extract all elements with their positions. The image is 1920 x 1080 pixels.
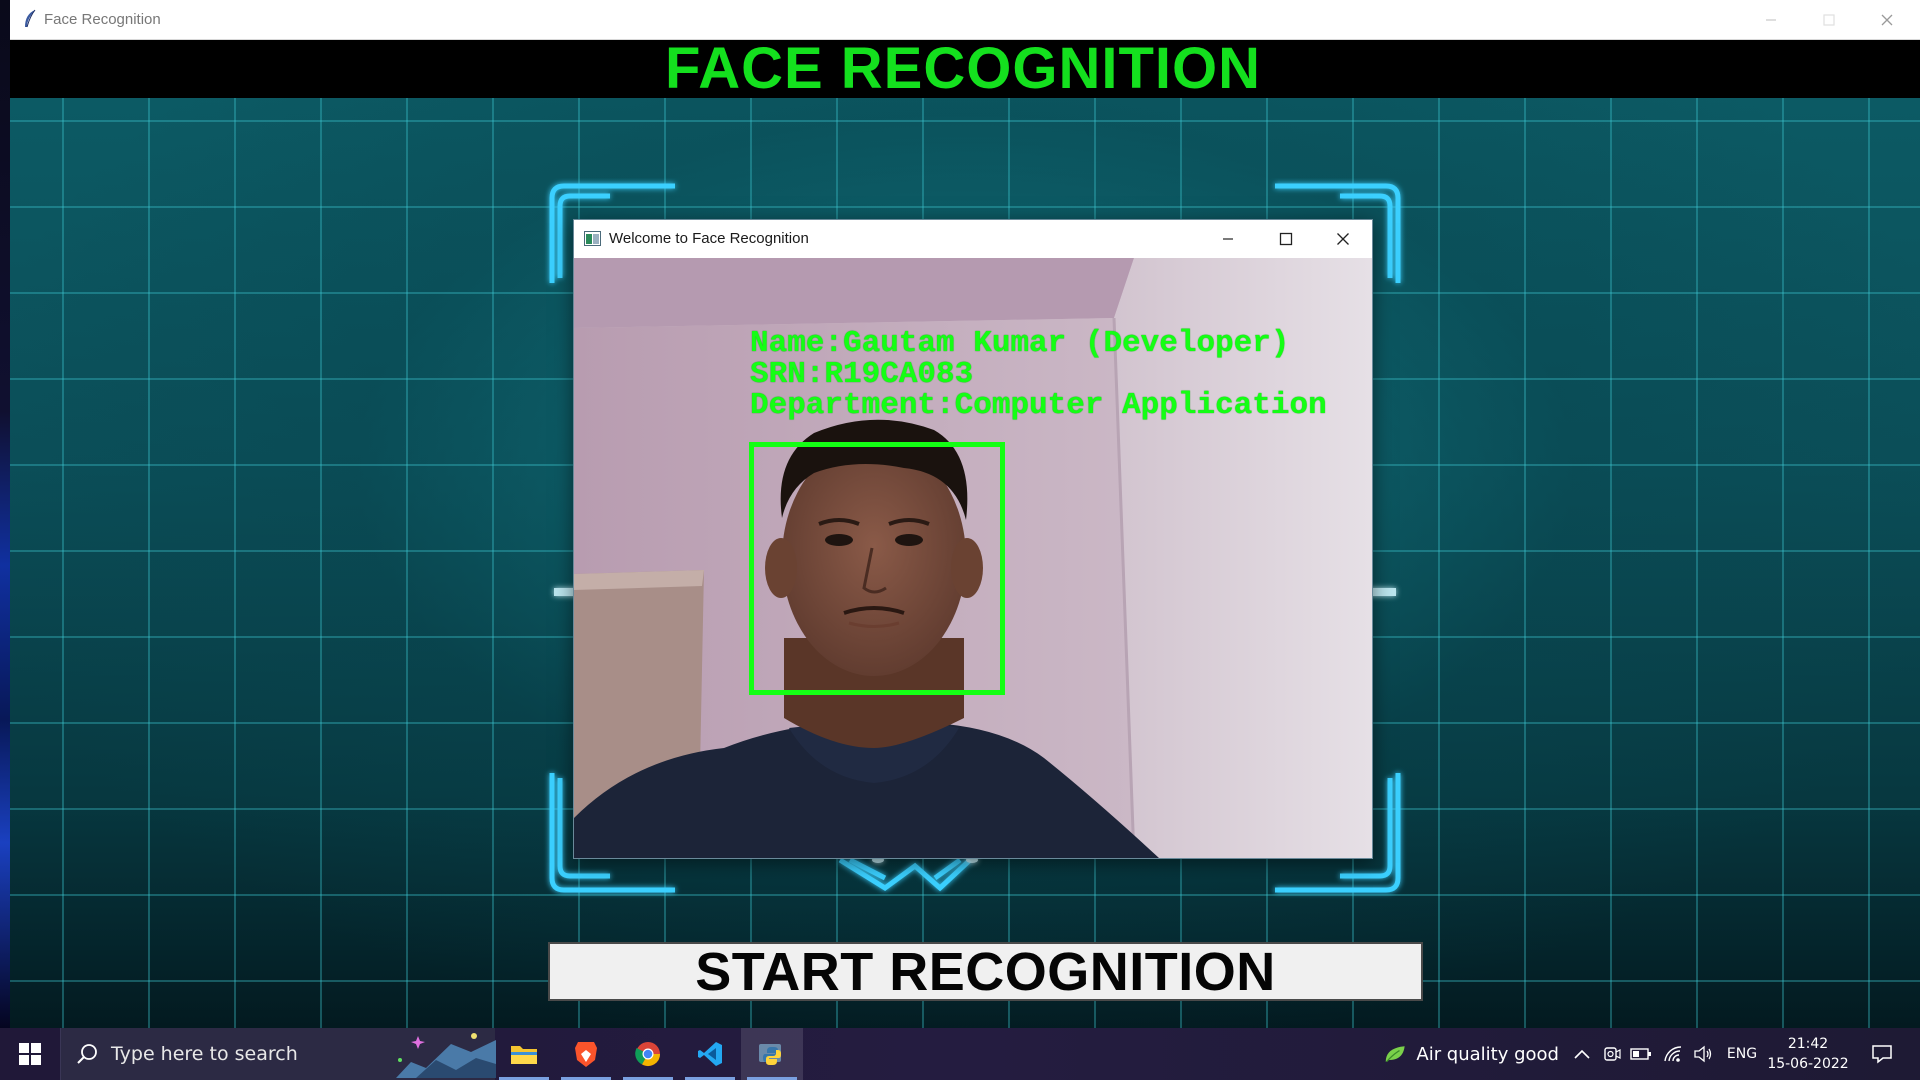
air-quality-widget[interactable]: Air quality good	[1384, 1028, 1559, 1080]
maximize-icon	[1279, 232, 1293, 246]
recognized-srn-text: SRN:R19CA083	[750, 357, 974, 392]
page-title: FACE RECOGNITION	[664, 36, 1262, 101]
search-placeholder: Type here to search	[111, 1043, 298, 1065]
app-titlebar[interactable]: Face Recognition	[10, 0, 1920, 40]
clock-time: 21:42	[1787, 1036, 1829, 1052]
taskbar: Type here to search Air quality good ENG…	[0, 1028, 1920, 1080]
start-button[interactable]	[0, 1028, 60, 1080]
minimize-icon	[1223, 238, 1233, 240]
tray-battery[interactable]	[1628, 1028, 1654, 1080]
tk-feather-icon	[25, 9, 36, 28]
file-explorer-icon	[511, 1046, 537, 1064]
notification-icon	[1872, 1045, 1892, 1064]
camera-minimize-button[interactable]	[1199, 220, 1257, 258]
minimize-icon	[1766, 19, 1776, 21]
search-icon	[77, 1044, 97, 1064]
face-detection-box	[749, 442, 1005, 695]
close-icon	[1337, 233, 1349, 245]
start-recognition-button[interactable]: START RECOGNITION	[548, 941, 1423, 1002]
wifi-icon	[1664, 1046, 1682, 1062]
battery-icon	[1630, 1048, 1651, 1060]
brave-browser-icon	[575, 1042, 597, 1067]
tray-clock[interactable]: 21:42 15-06-2022	[1766, 1028, 1850, 1080]
taskbar-python[interactable]	[741, 1028, 803, 1080]
desktop-background	[0, 0, 10, 1028]
app-minimize-button[interactable]	[1742, 0, 1800, 40]
air-quality-text: Air quality good	[1416, 1043, 1559, 1065]
speaker-icon	[1694, 1045, 1712, 1063]
tray-language[interactable]: ENG	[1722, 1028, 1762, 1080]
recognized-name-text: Name:Gautam Kumar (Developer)	[750, 326, 1290, 361]
leaf-icon	[1385, 1046, 1405, 1063]
camera-feed: Name:Gautam Kumar (Developer) SRN:R19CA0…	[574, 258, 1372, 858]
chevron-up-icon	[1574, 1049, 1590, 1059]
app-close-button[interactable]	[1858, 0, 1916, 40]
camera-maximize-button[interactable]	[1257, 220, 1315, 258]
title-banner: FACE RECOGNITION	[10, 40, 1920, 98]
maximize-icon	[1823, 14, 1835, 26]
language-indicator: ENG	[1726, 1046, 1758, 1062]
camera-window-titlebar[interactable]: Welcome to Face Recognition	[574, 220, 1372, 258]
tray-meet-now[interactable]	[1600, 1028, 1624, 1080]
taskbar-search-box[interactable]: Type here to search	[60, 1028, 496, 1080]
start-recognition-label: START RECOGNITION	[695, 941, 1276, 1002]
windows-logo-icon	[19, 1043, 41, 1065]
taskbar-vscode[interactable]	[679, 1028, 741, 1080]
python-icon	[759, 1044, 781, 1065]
clock-date: 15-06-2022	[1767, 1056, 1849, 1072]
close-icon	[1881, 14, 1893, 26]
window-app-icon	[584, 231, 601, 246]
tray-volume[interactable]	[1690, 1028, 1716, 1080]
camera-close-button[interactable]	[1314, 220, 1372, 258]
notification-center-button[interactable]	[1862, 1028, 1902, 1080]
search-highlight-art	[396, 1033, 496, 1078]
camera-window-title: Welcome to Face Recognition	[609, 230, 809, 247]
camera-tray-icon	[1604, 1047, 1621, 1061]
taskbar-file-explorer[interactable]	[493, 1028, 555, 1080]
taskbar-chrome[interactable]	[617, 1028, 679, 1080]
app-maximize-button[interactable]	[1800, 0, 1858, 40]
camera-window: Welcome to Face Recognition Name:Gautam …	[573, 219, 1373, 859]
chrome-icon	[635, 1042, 660, 1067]
taskbar-brave[interactable]	[555, 1028, 617, 1080]
show-hidden-icons-button[interactable]	[1570, 1028, 1594, 1080]
vscode-icon	[698, 1042, 722, 1066]
recognized-department-text: Department:Computer Application	[750, 388, 1327, 423]
app-window-title: Face Recognition	[44, 11, 161, 28]
tray-network[interactable]	[1660, 1028, 1686, 1080]
screen: Face Recognition FACE RECOGNITION START …	[0, 0, 1920, 1080]
